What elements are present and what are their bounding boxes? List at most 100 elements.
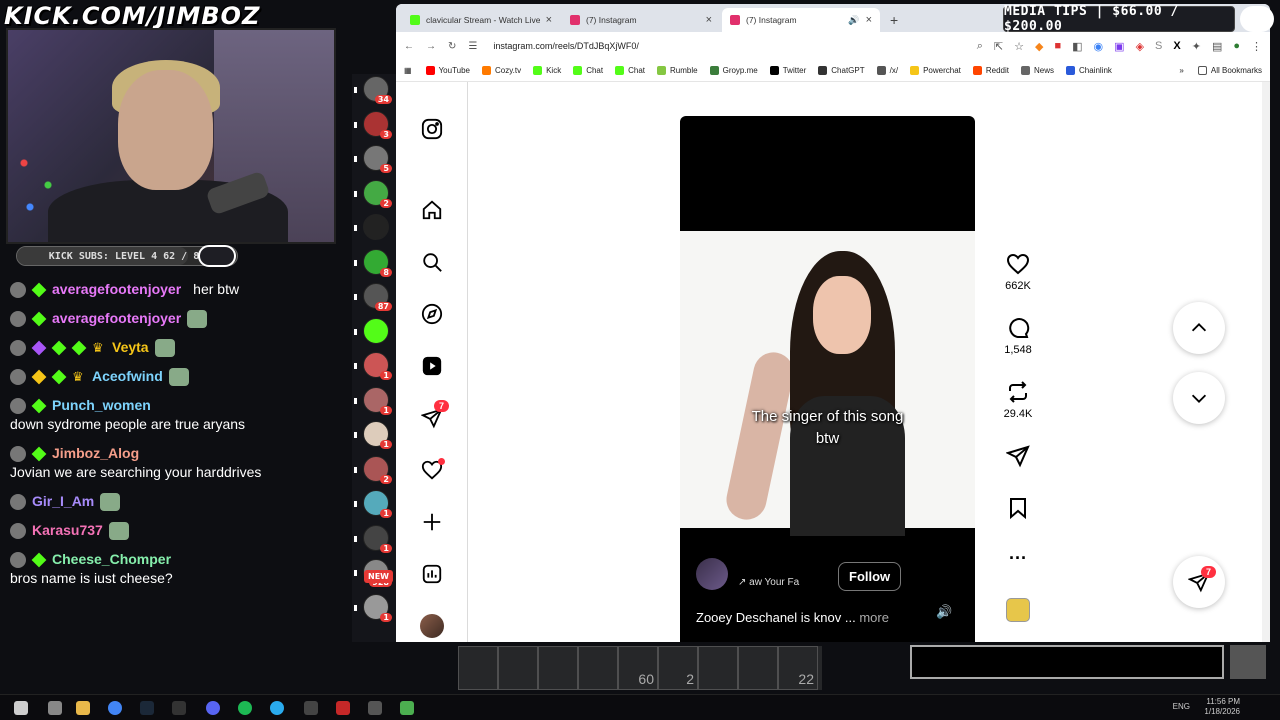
author-username[interactable]: gio_palace: [738, 560, 805, 575]
close-tab-icon[interactable]: ×: [546, 14, 552, 26]
bookmark-item[interactable]: Chainlink: [1066, 66, 1112, 75]
chrome-icon[interactable]: [108, 701, 122, 715]
close-tab-icon[interactable]: ×: [706, 14, 712, 26]
bookmark-item[interactable]: ChatGPT: [818, 66, 865, 75]
chat-username[interactable]: Punch_women: [52, 396, 151, 415]
save-button[interactable]: [996, 496, 1040, 524]
bookmark-item[interactable]: Rumble: [657, 66, 698, 75]
system-clock[interactable]: 11:56 PM 1/18/2026: [1204, 697, 1240, 717]
sidebar-icon[interactable]: ▤: [1212, 40, 1222, 53]
chat-username[interactable]: Karasu737: [32, 521, 103, 540]
messages-float-button[interactable]: 7: [1173, 556, 1225, 608]
comment-button[interactable]: 1,548: [996, 316, 1040, 356]
share-button[interactable]: [996, 444, 1040, 472]
tab-instagram-2[interactable]: (7) Instagram 🔊 ×: [722, 8, 880, 32]
app-icon[interactable]: [368, 701, 382, 715]
like-button[interactable]: 662K: [996, 252, 1040, 292]
chat-avatar[interactable]: [10, 397, 26, 414]
back-icon[interactable]: ←: [404, 41, 414, 52]
channel-avatar[interactable]: 3: [354, 110, 392, 139]
more-options-icon[interactable]: ···: [996, 548, 1040, 569]
bookmark-item[interactable]: Chat: [573, 66, 603, 75]
new-tab-icon[interactable]: +: [882, 12, 906, 32]
chat-username[interactable]: Jimboz_Alog: [52, 444, 139, 463]
channel-avatar[interactable]: 87: [354, 283, 392, 311]
steam-icon[interactable]: [140, 701, 154, 715]
obs-icon[interactable]: [172, 701, 186, 715]
forward-icon[interactable]: →: [426, 41, 436, 52]
home-icon[interactable]: [420, 198, 444, 222]
task-view-icon[interactable]: [48, 701, 62, 715]
extension-icon[interactable]: S: [1155, 40, 1162, 53]
channel-avatar[interactable]: [354, 214, 389, 240]
channel-avatar[interactable]: 1: [354, 352, 392, 380]
bookmark-item[interactable]: Groyp.me: [709, 66, 758, 75]
hotbar-slot[interactable]: 22: [778, 646, 818, 690]
channel-avatar[interactable]: 1: [354, 490, 392, 518]
search-icon[interactable]: [420, 250, 444, 274]
menu-dots-icon[interactable]: ⋮: [1251, 40, 1262, 53]
bookmark-item[interactable]: YouTube: [425, 66, 470, 75]
page-scrollbar[interactable]: [1262, 82, 1270, 642]
hotbar-slot[interactable]: [458, 646, 498, 690]
bookmark-item[interactable]: Reddit: [972, 66, 1009, 75]
chat-username[interactable]: averagefootenjoyer: [52, 280, 181, 299]
chat-username[interactable]: Cheese_Chomper: [52, 550, 171, 569]
extension-icon[interactable]: ◉: [1094, 40, 1104, 53]
bookmark-item[interactable]: Chat: [615, 66, 645, 75]
bookmark-item[interactable]: Powerchat: [910, 66, 961, 75]
channel-avatar[interactable]: 1: [354, 386, 392, 415]
chat-username[interactable]: Veyta: [112, 338, 149, 357]
install-icon[interactable]: ⇱: [994, 40, 1003, 53]
close-tab-icon[interactable]: ×: [866, 14, 872, 26]
extension-icon[interactable]: ◈: [1136, 40, 1144, 53]
minecraft-icon[interactable]: [400, 701, 414, 715]
hotbar-slot[interactable]: [538, 646, 578, 690]
channel-avatar[interactable]: 8: [354, 248, 392, 277]
chat-avatar[interactable]: [10, 281, 26, 298]
follow-button[interactable]: Follow: [838, 562, 902, 591]
x-icon[interactable]: X: [1173, 40, 1180, 53]
chat-avatar[interactable]: [10, 551, 26, 568]
bookmark-item[interactable]: Twitter: [769, 66, 806, 75]
chat-avatar[interactable]: [10, 368, 26, 385]
zoom-icon[interactable]: ⌕: [977, 40, 983, 53]
spotify-icon[interactable]: [238, 701, 252, 715]
channel-avatar[interactable]: 1: [354, 593, 392, 622]
tab-kick[interactable]: clavicular Stream - Watch Live o ×: [402, 8, 560, 32]
reel-player[interactable]: The singer of this song btw gio_palace ↗…: [680, 116, 975, 642]
bookmark-item[interactable]: Cozy.tv: [482, 66, 521, 75]
tab-instagram-1[interactable]: (7) Instagram ×: [562, 8, 720, 32]
audio-thumbnail[interactable]: [1006, 598, 1030, 622]
channel-avatar[interactable]: 5: [354, 145, 392, 173]
chat-avatar[interactable]: [10, 493, 26, 510]
previous-reel-button[interactable]: [1173, 302, 1225, 354]
extensions-puzzle-icon[interactable]: ✦: [1192, 40, 1201, 53]
chat-avatar[interactable]: [10, 339, 26, 356]
game-text-input[interactable]: [910, 645, 1224, 679]
extension-icon[interactable]: ▣: [1114, 40, 1124, 53]
chat-avatar[interactable]: [10, 522, 26, 539]
explore-icon[interactable]: [420, 302, 444, 326]
url-field[interactable]: instagram.com/reels/DTdJBqXjWF0/: [493, 41, 639, 51]
profile-avatar[interactable]: [420, 614, 444, 638]
channel-avatar[interactable]: 2: [354, 179, 392, 208]
create-plus-icon[interactable]: [420, 510, 444, 534]
discord-icon[interactable]: [206, 701, 220, 715]
site-info-icon[interactable]: ☰: [468, 41, 477, 52]
channel-avatar[interactable]: 2: [354, 455, 392, 484]
volume-icon[interactable]: 🔊: [936, 604, 952, 620]
channel-avatar[interactable]: 1: [354, 421, 392, 449]
author-avatar[interactable]: [696, 558, 728, 590]
app-icon[interactable]: [336, 701, 350, 715]
file-explorer-icon[interactable]: [76, 701, 90, 715]
hotbar-slot[interactable]: [498, 646, 538, 690]
chat-avatar[interactable]: [10, 445, 26, 462]
reels-icon[interactable]: [420, 354, 444, 378]
extension-icon[interactable]: ◧: [1072, 40, 1082, 53]
hotbar-slot[interactable]: 60: [618, 646, 658, 690]
more-bookmarks-icon[interactable]: »: [1179, 66, 1183, 75]
telegram-icon[interactable]: [270, 701, 284, 715]
channel-avatar[interactable]: 34: [354, 76, 392, 104]
chat-username[interactable]: Gir_I_Am: [32, 492, 94, 511]
